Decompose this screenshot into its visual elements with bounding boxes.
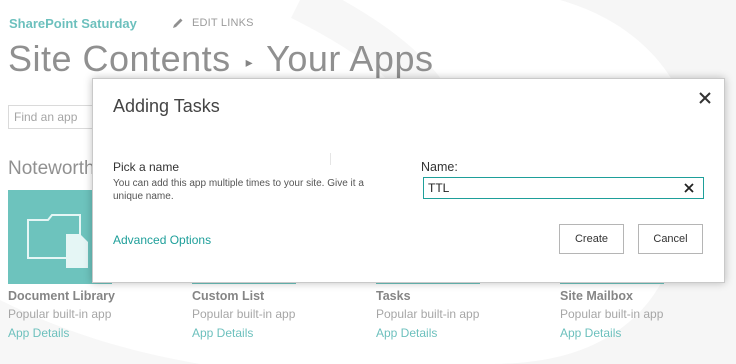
divider bbox=[330, 153, 331, 165]
advanced-options-link[interactable]: Advanced Options bbox=[113, 233, 211, 247]
close-icon[interactable] bbox=[698, 91, 712, 105]
app-name-input[interactable] bbox=[423, 177, 704, 199]
adding-app-dialog: Adding Tasks Pick a name You can add thi… bbox=[92, 78, 725, 283]
pick-name-heading: Pick a name bbox=[113, 160, 180, 174]
dialog-title: Adding Tasks bbox=[113, 96, 220, 116]
create-button[interactable]: Create bbox=[559, 224, 624, 254]
cancel-button[interactable]: Cancel bbox=[638, 224, 703, 254]
name-label: Name: bbox=[421, 160, 458, 174]
clear-icon[interactable] bbox=[684, 183, 694, 193]
pick-name-help: You can add this app multiple times to y… bbox=[113, 178, 364, 202]
